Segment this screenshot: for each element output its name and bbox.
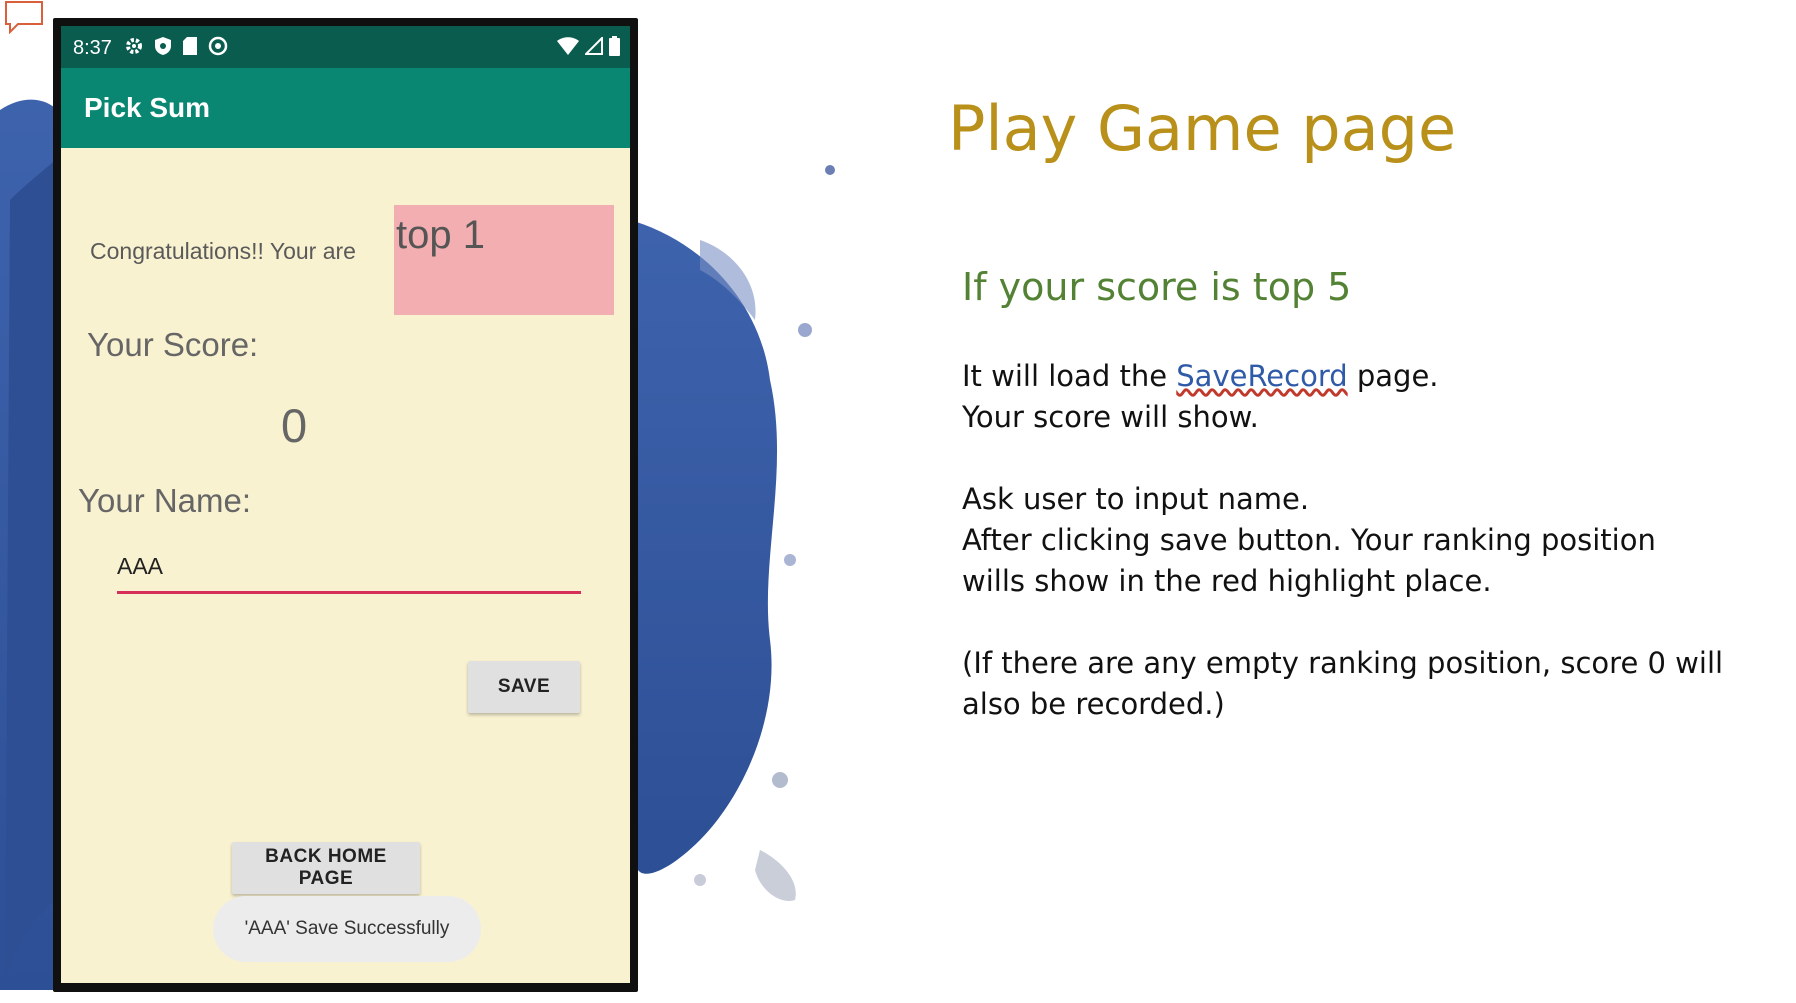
name-label: Your Name: (78, 482, 252, 519)
sd-card-icon (183, 37, 197, 55)
name-input[interactable] (117, 541, 581, 594)
paragraph-1-line-1: It will load the SaveRecord page. (962, 356, 1439, 397)
back-home-button[interactable]: BACK HOME PAGE (232, 842, 420, 894)
save-toast: 'AAA' Save Successfully (213, 896, 481, 962)
congrats-text: Congratulations!! Your are (90, 238, 356, 264)
saverecord-link[interactable]: SaveRecord (1176, 359, 1347, 393)
score-label: Your Score: (87, 326, 259, 363)
status-left-icons (124, 36, 228, 56)
paragraph-1-line-2: Your score will show. (962, 400, 1259, 434)
phone-frame: 8:37 Pick Sum Congratulations!! Your are… (53, 18, 638, 992)
sync-icon (208, 36, 228, 56)
paragraph-3-line-2: also be recorded.) (962, 687, 1225, 721)
status-bar: 8:37 (61, 26, 630, 68)
shield-icon (155, 37, 171, 55)
slide-subheading: If your score is top 5 (962, 265, 1352, 309)
status-right-icons (557, 36, 620, 56)
paragraph-3-line-1: (If there are any empty ranking position… (962, 646, 1724, 680)
para1-text-b: page. (1347, 359, 1439, 393)
paragraph-3: (If there are any empty ranking position… (962, 643, 1723, 725)
app-bar: Pick Sum (61, 68, 630, 148)
rank-highlight: top 1 (394, 205, 614, 315)
app-title: Pick Sum (84, 92, 211, 123)
paragraph-2-line-1: Ask user to input name. (962, 482, 1310, 516)
paragraph-2: Ask user to input name. After clicking s… (962, 479, 1656, 602)
slide-title: Play Game page (948, 92, 1457, 165)
signal-icon (585, 37, 603, 55)
battery-icon (609, 36, 620, 56)
paragraph-1: It will load the SaveRecord page. Your s… (962, 356, 1439, 438)
status-time: 8:37 (73, 37, 112, 59)
save-button[interactable]: SAVE (468, 661, 580, 713)
paragraph-2-line-2: After clicking save button. Your ranking… (962, 523, 1656, 557)
wifi-icon (557, 37, 579, 55)
phone-screen: 8:37 Pick Sum Congratulations!! Your are… (61, 26, 630, 983)
comment-icon[interactable] (4, 0, 44, 34)
para1-text-a: It will load the (962, 359, 1177, 393)
rank-text: top 1 (396, 213, 485, 257)
gear-icon (126, 38, 142, 54)
paragraph-2-line-3: wills show in the red highlight place. (962, 564, 1492, 598)
score-value: 0 (281, 399, 308, 452)
